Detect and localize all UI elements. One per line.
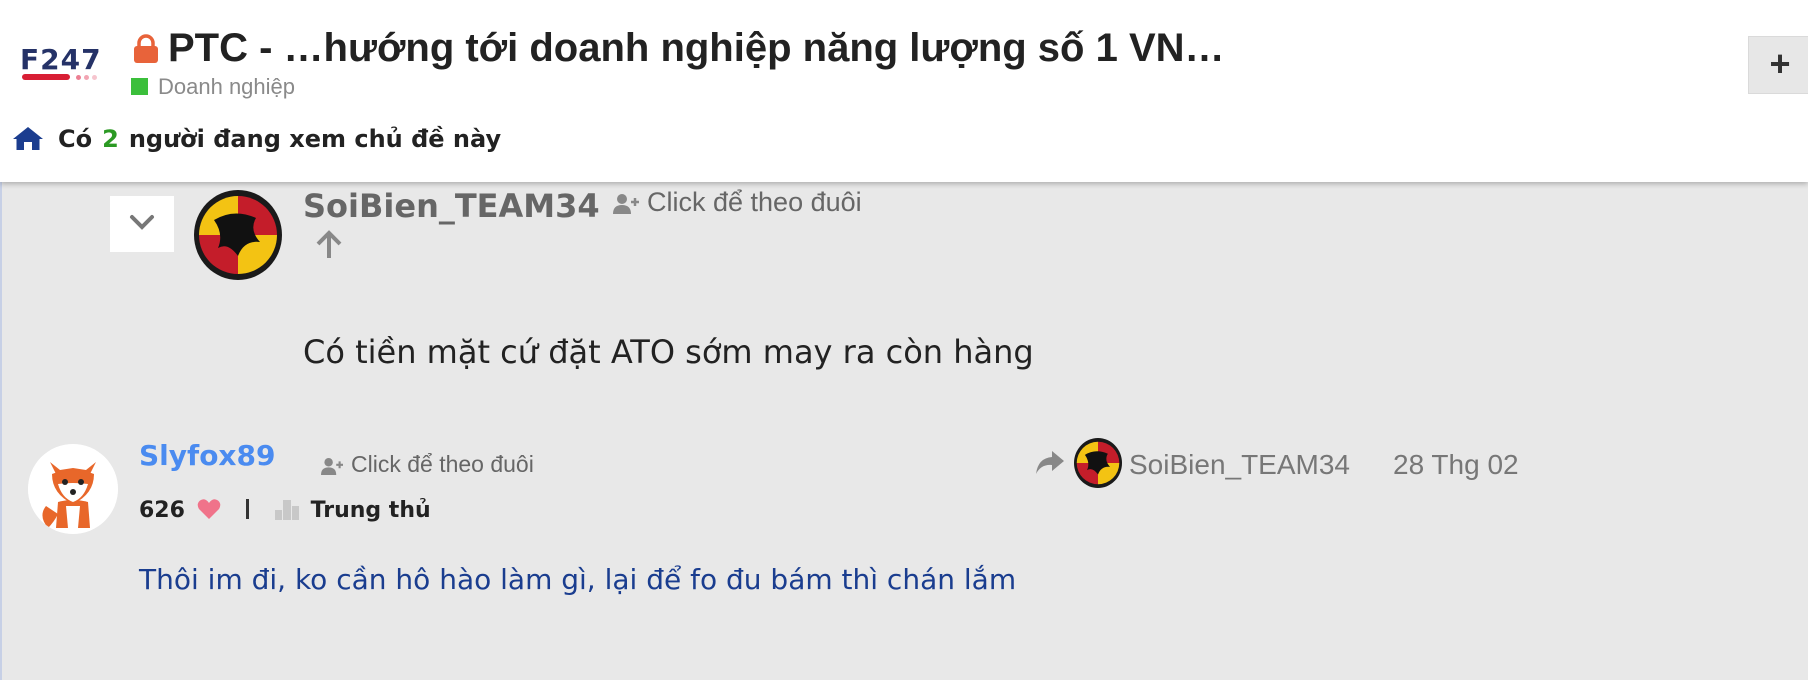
user-stats: 626 Trung thủ: [139, 496, 431, 526]
logo-dot: [92, 75, 97, 80]
category-link[interactable]: Doanh nghiệp: [158, 74, 295, 100]
avatar[interactable]: [1074, 438, 1122, 488]
heart-icon: [197, 499, 220, 519]
plus-label: +: [1769, 43, 1791, 84]
logo-text: F247: [20, 43, 102, 76]
logo-dot: [76, 75, 81, 80]
likes-count: 626: [139, 498, 185, 523]
reply-to-username[interactable]: SoiBien_TEAM34: [1129, 448, 1350, 482]
follow-button[interactable]: Click để theo đuôi: [613, 186, 862, 218]
home-icon[interactable]: [12, 125, 44, 151]
dragon-avatar-image: [195, 192, 281, 278]
topic-header: F247 PTC - …hướng tới doanh nghiệp năng …: [0, 0, 1808, 182]
rank-icon: [274, 500, 299, 520]
plus-icon[interactable]: +: [1748, 36, 1808, 94]
reply-post-text: Thôi im đi, ko cần hô hào làm gì, lại để…: [139, 563, 1017, 596]
category-color-swatch: [131, 78, 148, 95]
quoted-post-text: Có tiền mặt cứ đặt ATO sớm may ra còn hà…: [303, 333, 1034, 371]
thread-line: [0, 182, 2, 680]
viewers-count: 2: [102, 125, 119, 153]
add-user-icon: [321, 458, 343, 475]
rank-label: Trung thủ: [310, 498, 431, 523]
topic-title[interactable]: PTC - …hướng tới doanh nghiệp năng lượng…: [168, 24, 1225, 72]
chevron-down-icon: [130, 215, 154, 230]
fox-avatar-image: [28, 444, 118, 534]
follow-label: Click để theo đuôi: [351, 451, 534, 477]
dragon-avatar-image: [1074, 439, 1122, 487]
avatar[interactable]: [28, 444, 118, 534]
viewers-suffix: người đang xem chủ đề này: [128, 125, 502, 153]
post-date[interactable]: 28 Thg 02: [1393, 448, 1519, 482]
arrow-up-icon[interactable]: [314, 230, 344, 260]
viewers-status: Có 2 người đang xem chủ đề này: [58, 124, 501, 154]
avatar[interactable]: [194, 190, 282, 280]
follow-label: Click để theo đuôi: [647, 187, 862, 217]
divider: [246, 499, 250, 519]
collapse-quote-button[interactable]: [110, 196, 174, 252]
add-user-icon: [613, 194, 639, 214]
site-logo[interactable]: F247: [20, 44, 120, 84]
lock-icon: [134, 34, 158, 63]
quoted-author-name[interactable]: SoiBien_TEAM34: [303, 186, 600, 226]
follow-button[interactable]: Click để theo đuôi: [321, 448, 534, 480]
reply-author-name[interactable]: Slyfox89: [139, 438, 275, 474]
logo-underline: [22, 74, 70, 80]
viewers-prefix: Có: [58, 125, 93, 153]
reply-arrow-icon[interactable]: [1035, 450, 1065, 476]
logo-dot: [84, 75, 89, 80]
